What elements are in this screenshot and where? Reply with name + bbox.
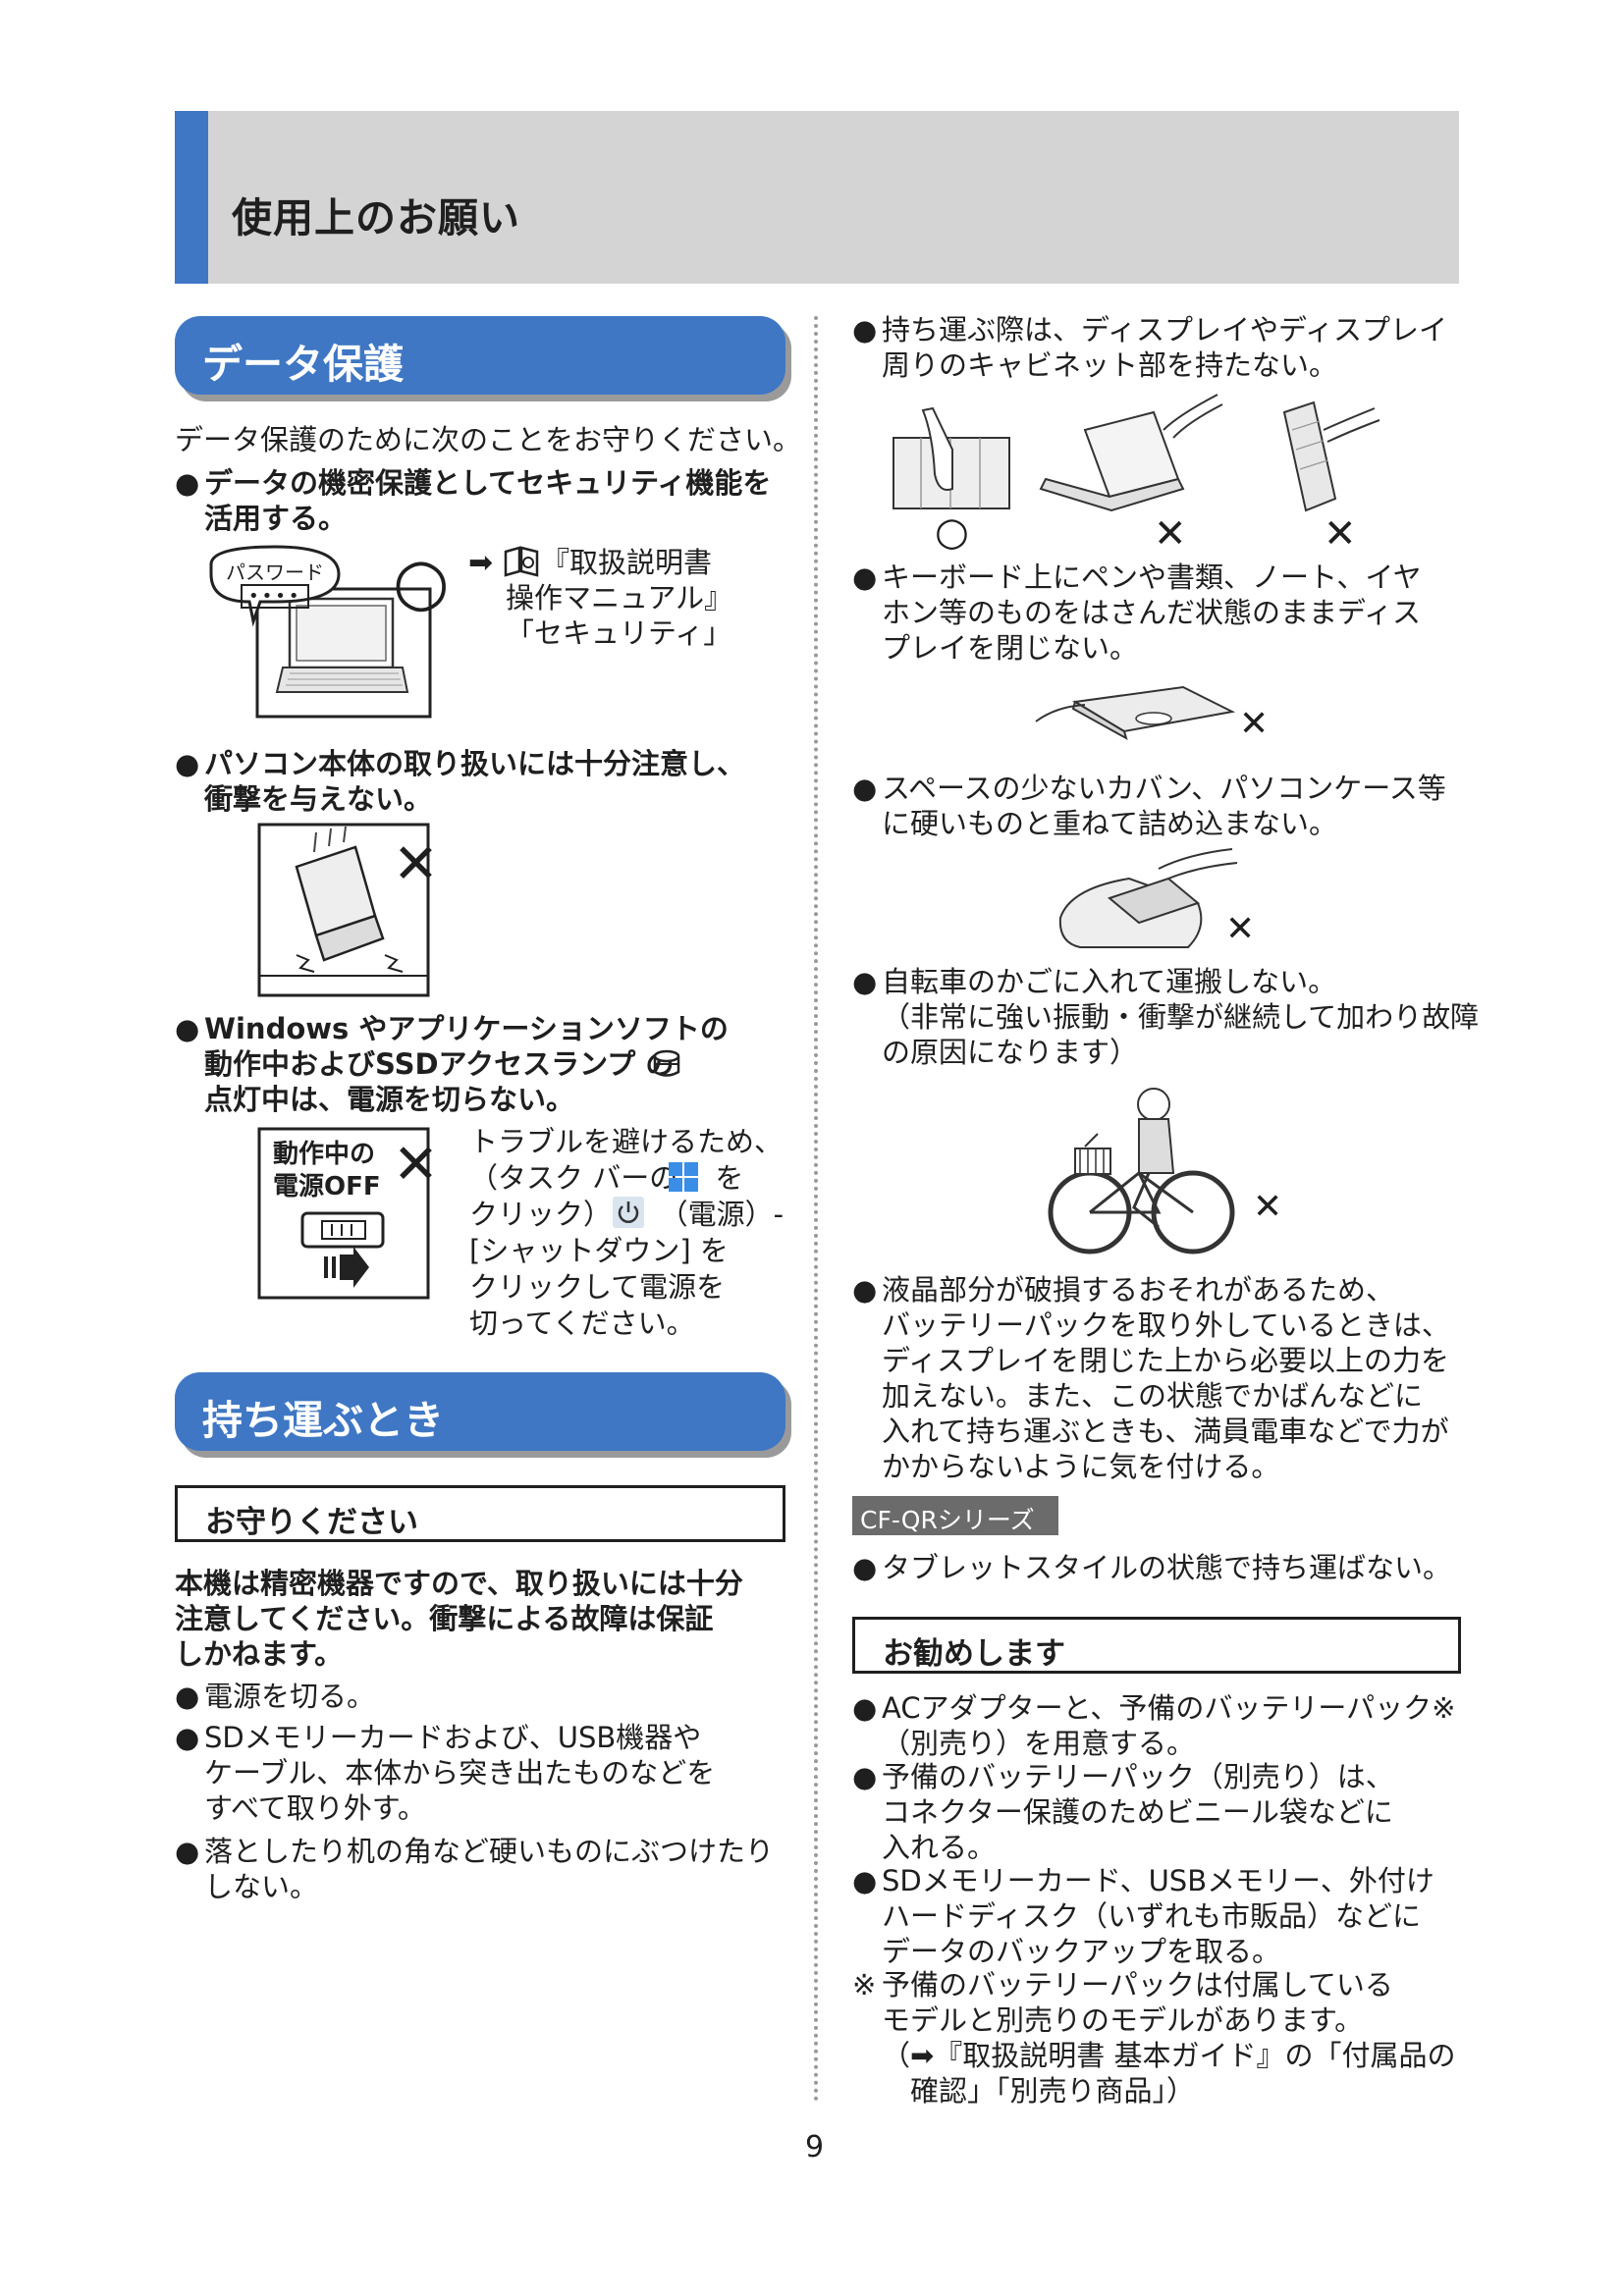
bullet-dot: ● [175,466,200,500]
ng-mark: ✕ [393,1133,439,1197]
box-heading-text: お守りください [205,1505,418,1540]
box-heading-text: お勧めします [883,1636,1065,1672]
ok-mark: ○ [393,544,450,619]
bullet-dot: ● [852,1273,878,1307]
box-heading-please-observe: お守りください [175,1485,785,1542]
reference-security: 『取扱説明書 操作マニュアル』 「セキュリティ」 [506,546,733,650]
shutdown-instructions: トラブルを避けるため、 （タスク バーの を クリック）- （電源）- [シャッ… [469,1125,784,1340]
password-field-graphic: •••• [241,584,310,609]
bullet-dot: ● [175,1721,200,1754]
column-divider [814,316,818,2103]
bullet-text: SDメモリーカードおよび、USB機器や ケーブル、本体から突き出たものなどを す… [204,1721,716,1825]
password-label: パスワード [226,561,324,584]
page-number: 9 [805,2130,825,2164]
section-title: データ保護 [202,341,404,388]
section-heading-data-protection: データ保護 [175,316,785,395]
footnote-mark: ※ [852,1968,877,2002]
bullet-text: 液晶部分が破損するおそれがあるため、 バッテリーパックを取り外しているときは、 … [882,1273,1450,1483]
ok-mark: ○ [935,509,969,555]
arrow-icon: ➡ [468,546,494,580]
bullet-text: タブレットスタイルの状態で持ち運ばない。 [882,1551,1452,1584]
ng-mark: ✕ [1324,511,1357,557]
bullet-text: 持ち運ぶ際は、ディスプレイやディスプレイ 周りのキャビネット部を持たない。 [882,313,1447,382]
series-badge-text: CF-QRシリーズ [860,1506,1035,1534]
ng-mark: ✕ [1239,704,1270,744]
ng-mark: ✕ [1154,511,1187,557]
holding-laptop-illustration [884,391,1434,522]
bullet-text: 電源を切る。 [204,1680,376,1713]
precision-notice: 本機は精密機器ですので、取り扱いには十分 注意してください。衝撃による故障は保証… [175,1567,743,1671]
bullet-text: 自転車のかごに入れて運搬しない。 [882,965,1337,998]
page-title: 使用上のお願い [232,194,520,241]
ng-mark: ✕ [1253,1187,1283,1227]
bullet-text: データの機密保護としてセキュリティ機能を 活用する。 [204,466,772,535]
box-heading-recommended: お勧めします [852,1617,1461,1674]
series-badge: CF-QRシリーズ [852,1496,1058,1535]
bullet-dot: ● [175,1680,200,1713]
bullet-text: ACアダプターと、予備のバッテリーパック※ （別売り）を用意する。 [882,1691,1456,1760]
bullet-dot: ● [852,1864,878,1897]
bicycle-illustration [1041,1080,1237,1260]
bullet-dot: ● [175,1835,200,1868]
section-title: 持ち運ぶとき [202,1397,444,1444]
header-accent-bar [175,111,208,284]
bullet-dot: ● [175,1012,200,1045]
bullet-dot: ● [852,313,878,347]
bullet-dot: ● [852,1760,878,1793]
power-box-label: 動作中の 電源OFF [273,1140,381,1201]
bullet-dot: ● [852,772,878,805]
laptop-bag-illustration [1051,848,1247,961]
bullet-text: パソコン本体の取り扱いには十分注意し、 衝撃を与えない。 [204,747,746,816]
bullet-text: スペースの少ないカバン、パソコンケース等 に硬いものと重ねて詰め込まない。 [882,772,1446,840]
closing-on-pen-illustration [1035,677,1242,750]
bullet-dot: ● [852,1551,878,1584]
power-icon [613,1197,644,1232]
intro-text: データ保護のために次のことをお守りください。 [175,423,802,456]
ng-mark: ✕ [1225,909,1256,949]
ssd-access-lamp-icon [652,1049,681,1083]
bullet-text: SDメモリーカード、USBメモリー、外付け ハードディスク（いずれも市販品）など… [882,1864,1434,1968]
bullet-text: キーボード上にペンや書類、ノート、イヤ ホン等のものをはさんだ状態のままディス … [882,561,1422,665]
bullet-dot: ● [852,561,878,594]
bullet-dot: ● [175,747,200,780]
windows-start-icon [668,1161,699,1197]
bullet-text: 予備のバッテリーパック（別売り）は、 コネクター保護のためビニール袋などに 入れ… [882,1760,1394,1864]
footnote-text: 予備のバッテリーパックは付属している モデルと別売りのモデルがあります。 （➡『… [882,1968,1456,2108]
bullet-dot: ● [852,1691,878,1725]
section-heading-carrying: 持ち運ぶとき [175,1372,785,1451]
bullet-dot: ● [852,965,878,998]
ng-mark: ✕ [393,832,439,896]
bullet-text: Windows やアプリケーションソフトの 動作中およびSSDアクセスランプ の… [204,1012,729,1116]
bicycle-note: （非常に強い振動・衝撃が継続して加わり故障 の原因になります） [882,1000,1480,1069]
bullet-text: 落としたり机の角など硬いものにぶつけたり しない。 [204,1835,775,1903]
